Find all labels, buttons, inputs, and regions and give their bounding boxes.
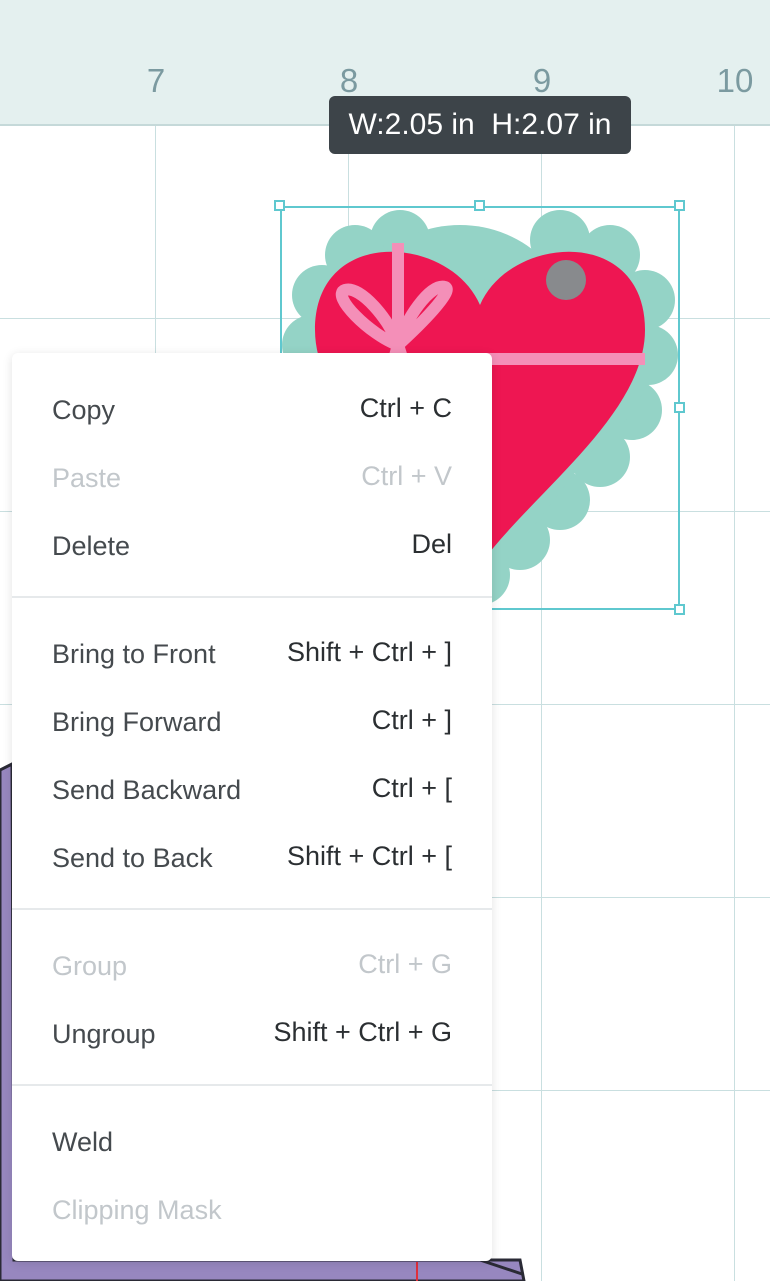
menu-item-group[interactable]: Group Ctrl + G bbox=[12, 937, 492, 997]
menu-label: Copy bbox=[52, 395, 116, 425]
resize-handle-top[interactable] bbox=[474, 200, 485, 211]
menu-label: Bring Forward bbox=[52, 707, 222, 737]
resize-handle-top-right[interactable] bbox=[674, 200, 685, 211]
ruler-tick-8: 8 bbox=[339, 62, 359, 99]
menu-item-paste[interactable]: Paste Ctrl + V bbox=[12, 449, 492, 509]
menu-label: Send to Back bbox=[52, 843, 213, 873]
ruler-tick-9: 9 bbox=[532, 62, 552, 99]
menu-divider bbox=[12, 1084, 492, 1086]
menu-item-send-to-back[interactable]: Send to Back Shift + Ctrl + [ bbox=[12, 829, 492, 889]
ruler-tick-7: 7 bbox=[146, 62, 166, 99]
menu-label: Delete bbox=[52, 531, 131, 561]
menu-item-bring-to-front[interactable]: Bring to Front Shift + Ctrl + ] bbox=[12, 625, 492, 685]
menu-item-bring-forward[interactable]: Bring Forward Ctrl + ] bbox=[12, 693, 492, 753]
menu-shortcut: Shift + Ctrl + ] bbox=[286, 637, 452, 667]
menu-shortcut: Del bbox=[411, 529, 452, 559]
menu-item-delete[interactable]: Delete Del bbox=[12, 517, 492, 577]
menu-divider bbox=[12, 596, 492, 598]
menu-label: Paste bbox=[52, 463, 122, 493]
menu-label: Ungroup bbox=[52, 1019, 156, 1049]
menu-label: Send Backward bbox=[52, 775, 242, 805]
menu-shortcut: Ctrl + [ bbox=[371, 773, 452, 803]
resize-handle-right[interactable] bbox=[674, 402, 685, 413]
menu-item-weld[interactable]: Weld bbox=[12, 1113, 492, 1173]
menu-divider bbox=[12, 908, 492, 910]
menu-label: Weld bbox=[52, 1127, 114, 1157]
menu-shortcut: Ctrl + V bbox=[361, 461, 452, 491]
menu-item-clipping-mask[interactable]: Clipping Mask bbox=[12, 1181, 492, 1241]
menu-shortcut: Shift + Ctrl + G bbox=[273, 1017, 452, 1047]
resize-handle-bottom-right[interactable] bbox=[674, 604, 685, 615]
menu-label: Bring to Front bbox=[52, 639, 216, 669]
menu-label: Clipping Mask bbox=[52, 1195, 222, 1225]
context-menu: Copy Ctrl + C Paste Ctrl + V Delete Del … bbox=[12, 353, 492, 1261]
dimension-tooltip: W:2.05 in H:2.07 in bbox=[329, 96, 631, 154]
menu-shortcut: Ctrl + ] bbox=[371, 705, 452, 735]
menu-item-copy[interactable]: Copy Ctrl + C bbox=[12, 381, 492, 441]
menu-shortcut: Shift + Ctrl + [ bbox=[286, 841, 452, 871]
resize-handle-top-left[interactable] bbox=[274, 200, 285, 211]
ruler-tick-10: 10 bbox=[716, 62, 754, 99]
menu-shortcut: Ctrl + C bbox=[359, 393, 452, 423]
menu-item-ungroup[interactable]: Ungroup Shift + Ctrl + G bbox=[12, 1005, 492, 1065]
menu-label: Group bbox=[52, 951, 128, 981]
red-guide-mark bbox=[416, 1262, 418, 1281]
menu-shortcut: Ctrl + G bbox=[358, 949, 452, 979]
menu-item-send-backward[interactable]: Send Backward Ctrl + [ bbox=[12, 761, 492, 821]
